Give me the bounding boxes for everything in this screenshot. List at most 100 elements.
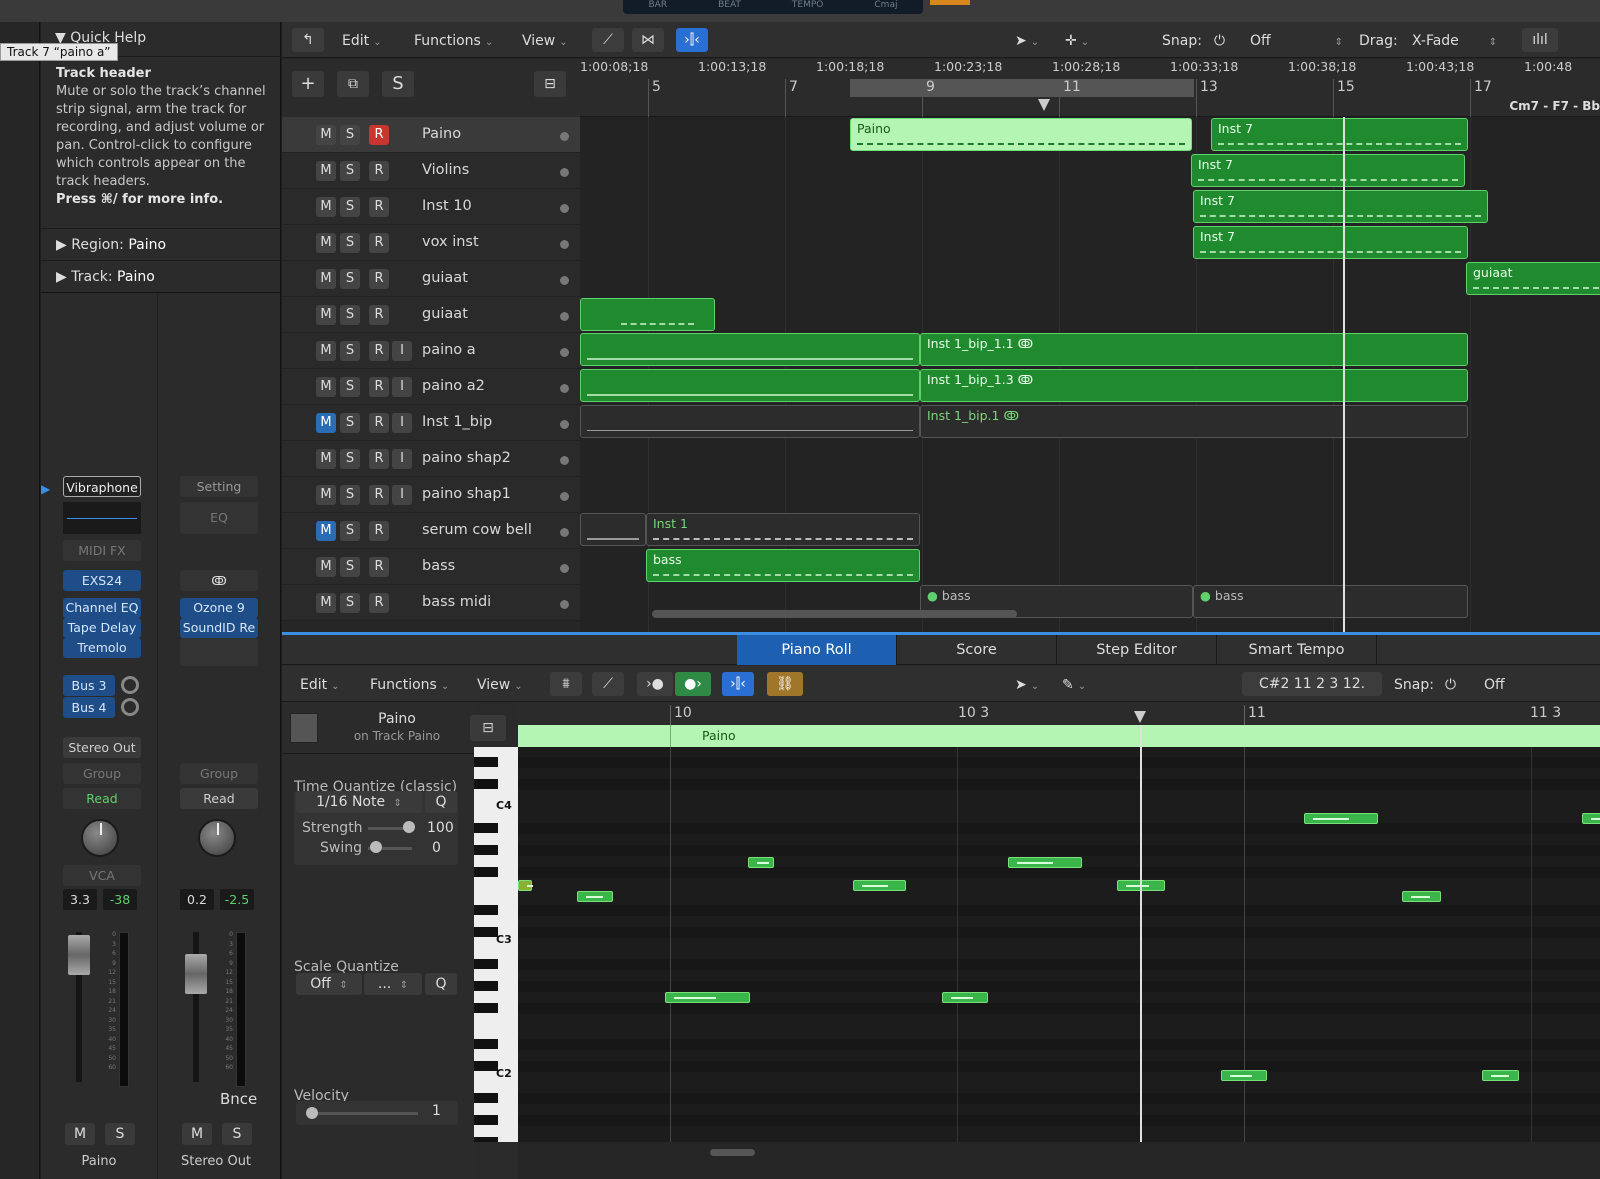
channel-name[interactable]: Stereo Out <box>158 1154 274 1169</box>
track-mute-button[interactable]: M <box>316 593 336 613</box>
snap-select[interactable]: Off ⇕ <box>1250 29 1350 53</box>
velocity-slider-thumb[interactable] <box>306 1107 318 1119</box>
scale-quantize-button[interactable]: Q <box>425 973 457 995</box>
playhead-handle[interactable] <box>1038 99 1050 111</box>
catch-playhead-icon[interactable]: ›⫿‹ <box>676 28 708 52</box>
track-record-button[interactable]: R <box>369 305 389 325</box>
lcd-display[interactable]: BAR BEAT TEMPO Cmaj <box>623 0 923 14</box>
crosshair-tool-icon[interactable]: ✛ ⌄ <box>1065 29 1089 53</box>
instrument-setting-button[interactable]: Vibraphone <box>63 476 141 497</box>
track-header[interactable]: M S R Ipaino shap1 <box>282 477 580 513</box>
midi-note[interactable] <box>748 857 774 868</box>
track-mute-button[interactable]: M <box>316 125 336 145</box>
track-solo-button[interactable]: S <box>340 125 360 145</box>
automation-curve-icon[interactable]: ⟋ <box>592 672 624 696</box>
track-solo-button[interactable]: S <box>340 269 360 289</box>
region-inst-1[interactable]: Inst 1 <box>646 513 920 546</box>
view-menu[interactable]: View ⌄ <box>477 673 523 697</box>
midi-note[interactable] <box>853 880 906 891</box>
send-slot-2[interactable]: Bus 4 <box>63 697 115 718</box>
track-name[interactable]: Paino <box>422 126 461 142</box>
midi-note[interactable] <box>1008 857 1082 868</box>
track-name[interactable]: bass <box>422 558 455 574</box>
region-guiaat[interactable]: guiaat <box>1466 262 1600 295</box>
region-paino-a2[interactable] <box>580 369 920 402</box>
track-name[interactable]: vox inst <box>422 234 479 250</box>
tab-smart-tempo[interactable]: Smart Tempo <box>1217 635 1377 665</box>
eq-thumbnail[interactable] <box>63 502 141 534</box>
output-slot[interactable]: Stereo Out <box>63 737 141 758</box>
piano-keyboard[interactable]: C4 C3 C2 <box>474 747 518 1142</box>
track-name[interactable]: paino a2 <box>422 378 485 394</box>
pan-knob[interactable] <box>198 819 236 857</box>
region-inst-1-bip[interactable] <box>580 405 920 438</box>
solo-button[interactable]: S <box>105 1123 135 1145</box>
track-solo-button[interactable]: S <box>340 449 360 469</box>
track-name[interactable]: Inst 1_bip <box>422 414 492 430</box>
track-record-button[interactable]: R <box>369 449 389 469</box>
volume-fader[interactable] <box>68 935 90 975</box>
waveform-zoom-icon[interactable]: ılıl <box>1522 28 1558 52</box>
tab-score[interactable]: Score <box>897 635 1057 665</box>
track-header[interactable]: M S R Ipaino a2 <box>282 369 580 405</box>
region-inst-7[interactable]: Inst 7 <box>1191 154 1465 187</box>
region-inst-1-bip-1-3[interactable]: Inst 1_bip_1.3 ↂ <box>920 369 1468 402</box>
track-mute-button[interactable]: M <box>316 413 336 433</box>
track-mute-button[interactable]: M <box>316 557 336 577</box>
track-mute-button[interactable]: M <box>316 521 336 541</box>
track-input-monitor-button[interactable]: I <box>392 377 412 397</box>
region-inst-7[interactable]: Inst 7 <box>1193 190 1488 223</box>
track-solo-button[interactable]: S <box>340 305 360 325</box>
track-input-monitor-button[interactable]: I <box>392 341 412 361</box>
automation-mode[interactable]: Read <box>63 788 141 809</box>
region-guiaat-audio[interactable] <box>580 298 715 331</box>
track-mute-button[interactable]: M <box>316 341 336 361</box>
track-mute-button[interactable]: M <box>316 377 336 397</box>
track-record-button[interactable]: R <box>369 593 389 613</box>
scale-type-select[interactable]: ... ⇕ <box>364 973 422 995</box>
global-solo-button[interactable]: S <box>382 71 414 97</box>
track-solo-button[interactable]: S <box>340 413 360 433</box>
track-header[interactable]: M S Rbass midi <box>282 585 580 621</box>
region-inst-7[interactable]: Inst 7 <box>1211 118 1468 151</box>
track-solo-button[interactable]: S <box>340 521 360 541</box>
channel-name[interactable]: Paino <box>41 1154 157 1169</box>
catch-playhead-icon[interactable]: ›⫿‹ <box>722 672 754 696</box>
quantize-icon[interactable]: ⩩ <box>550 672 582 696</box>
volume-readout[interactable]: 0.2 <box>180 889 214 910</box>
collapse-icon[interactable]: ⊟ <box>470 715 506 741</box>
tracks-lanes[interactable]: Paino Inst 7 Inst 7 Inst 7 Inst 7 guiaat… <box>580 117 1600 632</box>
track-input-monitor-button[interactable]: I <box>392 485 412 505</box>
view-menu[interactable]: View ⌄ <box>522 29 568 53</box>
midi-note[interactable] <box>942 992 988 1003</box>
plugin-slot-3[interactable]: Tremolo <box>63 638 141 658</box>
quantize-button[interactable]: Q <box>425 791 457 813</box>
piano-roll-region-bar[interactable]: Paino <box>518 725 1600 747</box>
track-mute-button[interactable]: M <box>316 305 336 325</box>
swing-value[interactable]: 0 <box>432 840 441 856</box>
pointer-tool-icon[interactable]: ➤ ⌄ <box>1015 673 1039 697</box>
plugin-slot-2[interactable]: SoundID Re <box>180 618 258 638</box>
midi-note[interactable] <box>1402 891 1441 902</box>
crossfade-icon[interactable]: ⋈ <box>632 28 664 52</box>
region-inspector-toggle[interactable]: ▶ Region: Paino <box>41 228 281 260</box>
track-header[interactable]: M S R Inst 10 <box>282 189 580 225</box>
track-header[interactable]: M S R Ipaino shap2 <box>282 441 580 477</box>
track-solo-button[interactable]: S <box>340 161 360 181</box>
mute-button[interactable]: M <box>65 1123 95 1145</box>
midi-fx-slot[interactable]: MIDI FX <box>63 540 141 561</box>
track-record-button[interactable]: R <box>369 233 389 253</box>
track-mute-button[interactable]: M <box>316 161 336 181</box>
playhead[interactable] <box>1140 725 1142 1155</box>
track-name[interactable]: paino shap2 <box>422 450 511 466</box>
tab-piano-roll[interactable]: Piano Roll <box>737 635 897 665</box>
solo-button[interactable]: S <box>222 1123 252 1145</box>
track-name[interactable]: guiaat <box>422 270 468 286</box>
track-solo-button[interactable]: S <box>340 233 360 253</box>
link-icon[interactable]: ↂ <box>180 570 258 591</box>
track-name[interactable]: paino shap1 <box>422 486 511 502</box>
track-record-button[interactable]: R <box>369 161 389 181</box>
track-header[interactable]: M S Rvox inst <box>282 225 580 261</box>
region-serum-prev[interactable] <box>580 513 646 546</box>
track-input-monitor-button[interactable]: I <box>392 413 412 433</box>
